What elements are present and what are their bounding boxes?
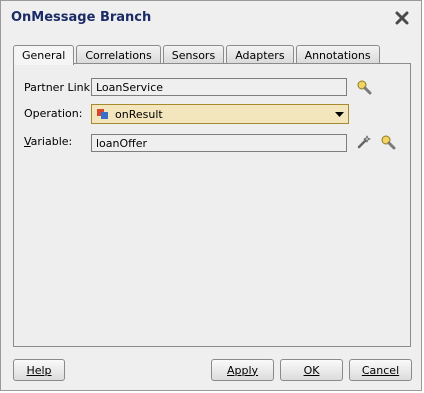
chevron-down-icon: [335, 108, 344, 121]
help-label: Help: [26, 363, 52, 377]
tab-sensors[interactable]: Sensors: [162, 45, 225, 64]
operation-select[interactable]: onResult: [91, 104, 349, 124]
dialog: OnMessage Branch General Correlations Se…: [0, 0, 422, 391]
cancel-button[interactable]: Cancel: [349, 359, 412, 381]
close-icon[interactable]: [393, 9, 411, 27]
tab-general[interactable]: General: [13, 45, 75, 65]
variable-field[interactable]: loanOffer: [91, 134, 347, 152]
tab-annotations[interactable]: Annotations: [295, 45, 380, 64]
partner-link-field[interactable]: LoanService: [91, 78, 347, 96]
cancel-label: Cancel: [361, 363, 400, 377]
apply-button[interactable]: Apply: [211, 359, 274, 381]
general-panel: Partner Link: LoanService Operation: onR…: [13, 63, 411, 347]
wand-icon[interactable]: [356, 134, 372, 150]
tab-adapters[interactable]: Adapters: [226, 45, 294, 64]
partner-link-value: LoanService: [96, 80, 164, 94]
flashlight-icon[interactable]: [356, 79, 372, 95]
tab-correlations[interactable]: Correlations: [76, 45, 161, 64]
help-button[interactable]: Help: [13, 359, 65, 381]
tab-bar: General Correlations Sensors Adapters An…: [13, 45, 382, 65]
variable-label: Variable:: [24, 135, 73, 148]
ok-label: OK: [303, 363, 320, 377]
operation-value: onResult: [115, 107, 163, 121]
dialog-title: OnMessage Branch: [11, 10, 152, 25]
apply-label: Apply: [226, 363, 259, 377]
flashlight-icon[interactable]: [380, 134, 396, 150]
partner-link-label: Partner Link:: [24, 81, 94, 94]
operation-icon: [96, 108, 110, 120]
operation-label: Operation:: [24, 107, 83, 120]
ok-button[interactable]: OK: [280, 359, 343, 381]
variable-value: loanOffer: [96, 136, 148, 150]
